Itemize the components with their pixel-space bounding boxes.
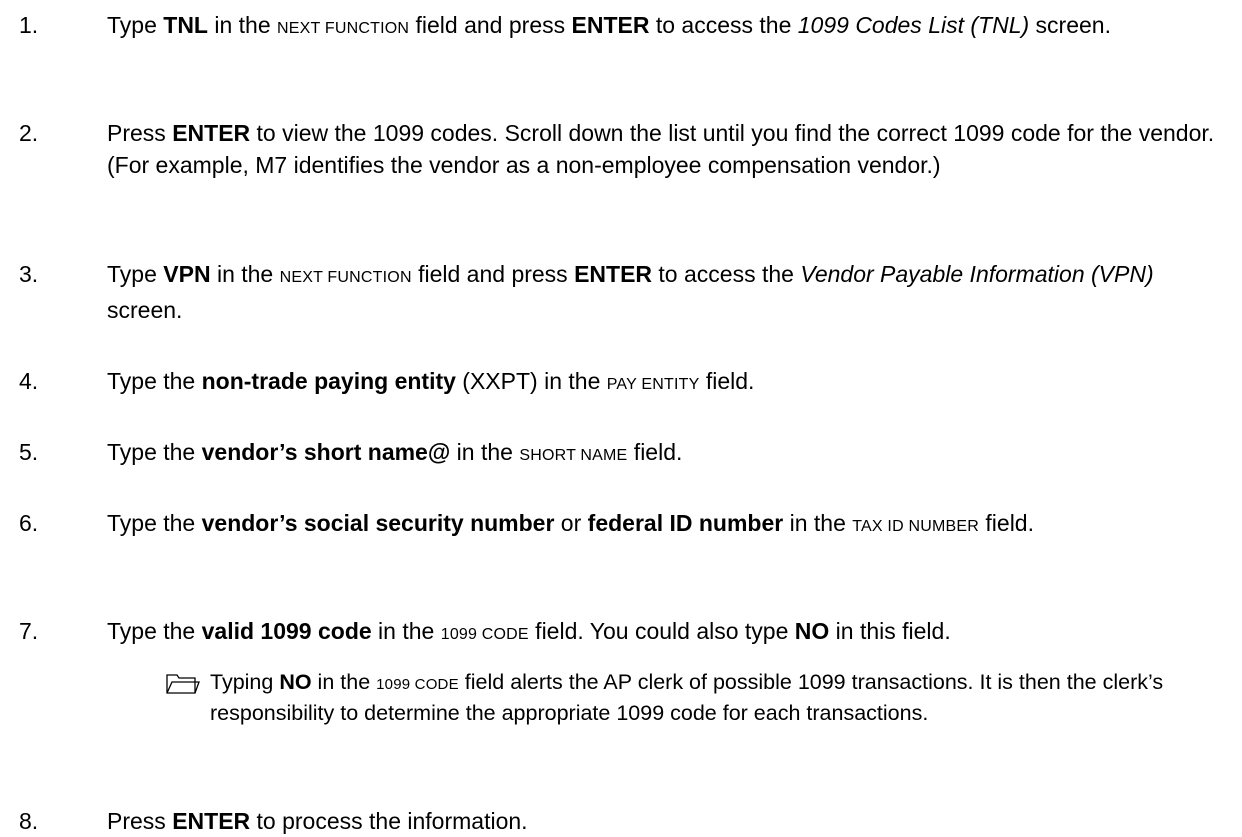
text-run: Type the [107, 439, 202, 465]
bold-text: non-trade paying entity [201, 368, 456, 394]
text-run: field. [979, 510, 1034, 536]
text-run: Type [107, 12, 164, 38]
field-name: TAX ID NUMBER [852, 518, 980, 535]
text-run: Type the [107, 368, 202, 394]
text-run: in the [207, 12, 278, 38]
step-number: 2. [19, 120, 39, 146]
step-text: Type the valid 1099 code in the 1099 COD… [107, 615, 1222, 651]
text-run: in the [371, 618, 441, 644]
text-run: to access the [649, 12, 798, 38]
text-run: field. [627, 439, 683, 465]
step-text: Type VPN in the NEXT FUNCTION field and … [107, 258, 1222, 326]
text-run: in this field. [829, 618, 951, 644]
text-run: field and press [409, 12, 572, 38]
bold-text: TNL [163, 12, 208, 38]
step-number: 7. [19, 618, 39, 644]
text-run: in the [783, 510, 853, 536]
text-run: in the [311, 670, 377, 694]
text-run: Typing [210, 670, 280, 694]
field-name: PAY ENTITY [606, 376, 700, 393]
step-number: 1. [19, 12, 39, 38]
text-run: screen. [1029, 12, 1111, 38]
bold-text: vendor’s social security number [201, 510, 555, 536]
text-run: field. You could also type [528, 618, 795, 644]
bold-text: ENTER [172, 120, 251, 146]
text-run: (XXPT) in the [455, 368, 607, 394]
step-text: Type TNL in the NEXT FUNCTION field and … [107, 9, 1222, 45]
field-name: 1099 CODE [376, 676, 459, 693]
step-number: 8. [19, 808, 39, 834]
step-text: Type the vendor’s short name@ in the SHO… [107, 436, 1222, 472]
folder-icon [166, 672, 200, 694]
step-number: 3. [19, 261, 39, 287]
text-run: field and press [411, 261, 575, 287]
step-number: 5. [19, 439, 39, 465]
text-run: Press [107, 808, 173, 834]
document-page: { "steps": [ { "num": "1.", "parts": [ {… [0, 0, 1242, 834]
field-name: SHORT NAME [519, 447, 628, 464]
italic-text: 1099 Codes List (TNL) [797, 12, 1030, 38]
field-name: 1099 CODE [440, 626, 529, 643]
bold-text: ENTER [574, 261, 653, 287]
bold-text: ENTER [571, 12, 650, 38]
bold-text: VPN [163, 261, 211, 287]
bold-text: ENTER [172, 808, 251, 834]
bold-text: NO [794, 618, 830, 644]
text-run: or [554, 510, 588, 536]
step-text: Press ENTER to process the information. [107, 805, 1222, 837]
step-number: 4. [19, 368, 39, 394]
note-text: Typing NO in the 1099 CODE field alerts … [210, 668, 1226, 728]
text-run: screen. [107, 297, 183, 323]
text-run: in the [210, 261, 280, 287]
text-run: in the [450, 439, 520, 465]
text-run: Type the [107, 510, 202, 536]
step-text: Type the non-trade paying entity (XXPT) … [107, 365, 1222, 401]
step-text: Type the vendor’s social security number… [107, 507, 1222, 543]
bold-text: valid 1099 code [201, 618, 372, 644]
bold-text: federal ID number [587, 510, 784, 536]
text-run: to access the [652, 261, 801, 287]
text-run: to view the 1099 codes. Scroll down the … [107, 120, 1215, 178]
field-name: NEXT FUNCTION [277, 20, 410, 37]
text-run: Type the [107, 618, 202, 644]
bold-text: vendor’s short name@ [201, 439, 451, 465]
text-run: Type [107, 261, 164, 287]
step-number: 6. [19, 510, 39, 536]
field-name: NEXT FUNCTION [279, 269, 412, 286]
step-text: Press ENTER to view the 1099 codes. Scro… [107, 117, 1222, 181]
italic-text: Vendor Payable Information (VPN) [800, 261, 1154, 287]
text-run: Press [107, 120, 173, 146]
bold-text: NO [279, 670, 312, 694]
text-run: to process the information. [250, 808, 528, 834]
text-run: field. [699, 368, 755, 394]
